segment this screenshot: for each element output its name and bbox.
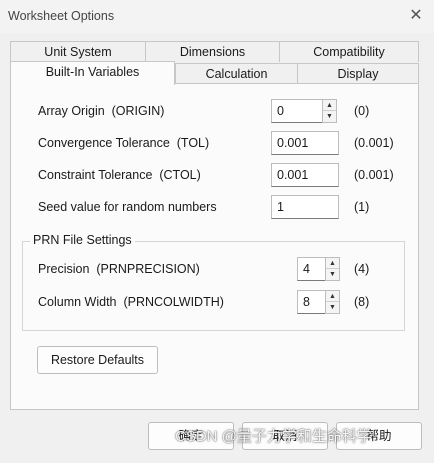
precision-stepper[interactable]: ▲ ▼ [325,257,340,281]
restore-defaults-button[interactable]: Restore Defaults [37,346,158,374]
stepper-up-icon[interactable]: ▲ [326,291,339,302]
tol-label: Convergence Tolerance (TOL) [38,136,210,150]
origin-label: Array Origin (ORIGIN) [38,104,165,118]
tab-compatibility[interactable]: Compatibility [279,41,419,62]
ctol-label: Constraint Tolerance (CTOL) [38,168,201,182]
tab-calculation[interactable]: Calculation [175,63,298,84]
prn-group [22,241,405,331]
seed-label: Seed value for random numbers [38,200,217,214]
stepper-up-icon[interactable]: ▲ [326,258,339,269]
help-button[interactable]: 帮助 [336,422,422,450]
stepper-down-icon[interactable]: ▼ [326,269,339,280]
cancel-button[interactable]: 取消 [242,422,328,450]
tab-display[interactable]: Display [297,63,419,84]
prn-group-title: PRN File Settings [30,233,135,247]
seed-input[interactable]: 1 [271,195,339,219]
title-bar: Worksheet Options ✕ [0,0,434,33]
stepper-down-icon[interactable]: ▼ [326,302,339,313]
origin-default: (0) [354,104,370,118]
colwidth-label: Column Width (PRNCOLWIDTH) [38,295,224,309]
ctol-input[interactable]: 0.001 [271,163,339,187]
window-title: Worksheet Options [8,9,115,23]
seed-default: (1) [354,200,370,214]
colwidth-input[interactable]: 8 [297,290,326,314]
close-icon[interactable]: ✕ [408,7,424,25]
colwidth-default: (8) [354,295,370,309]
ctol-default: (0.001) [354,168,394,182]
tab-dimensions[interactable]: Dimensions [145,41,280,62]
tab-built-in-variables[interactable]: Built-In Variables [10,61,175,85]
stepper-down-icon[interactable]: ▼ [323,111,336,122]
precision-input[interactable]: 4 [297,257,326,281]
precision-label: Precision (PRNPRECISION) [38,262,200,276]
origin-input[interactable]: 0 [271,99,323,123]
tol-default: (0.001) [354,136,394,150]
stepper-up-icon[interactable]: ▲ [323,100,336,111]
ok-button[interactable]: 确定 [148,422,234,450]
origin-stepper[interactable]: ▲ ▼ [322,99,337,123]
tol-input[interactable]: 0.001 [271,131,339,155]
colwidth-stepper[interactable]: ▲ ▼ [325,290,340,314]
tab-unit-system[interactable]: Unit System [10,41,146,62]
precision-default: (4) [354,262,370,276]
